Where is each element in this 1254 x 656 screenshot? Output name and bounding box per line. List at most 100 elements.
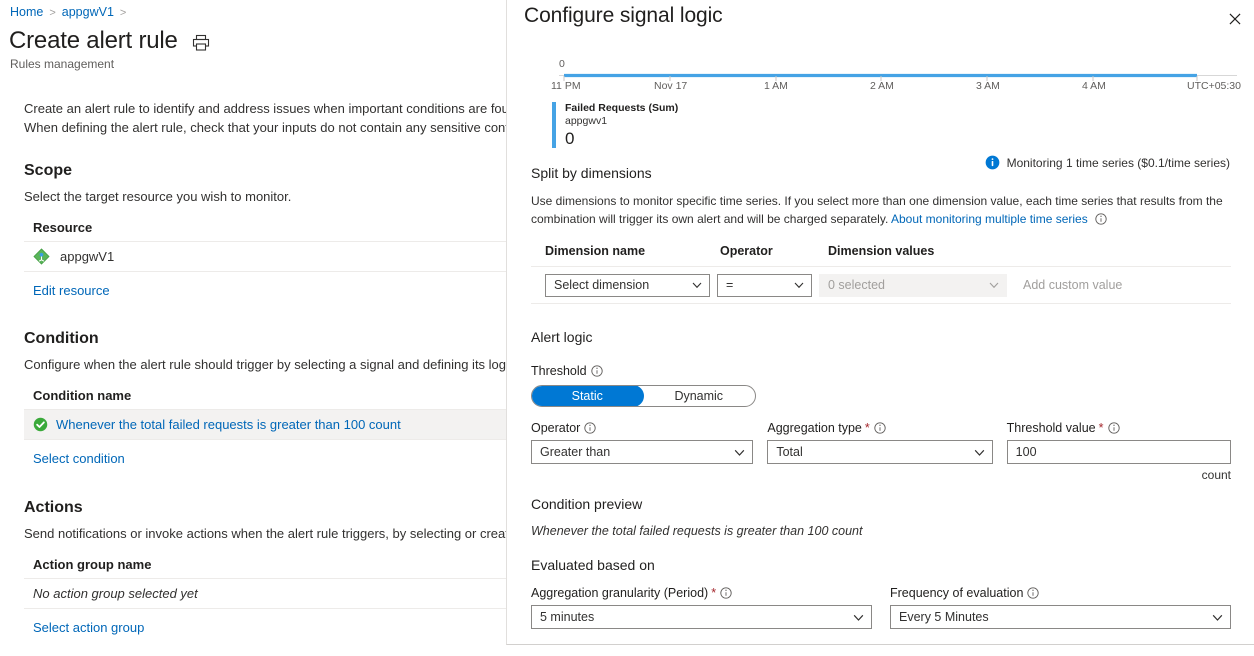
- blade-content: Create an alert rule to identify and add…: [0, 99, 506, 235]
- required-marker: *: [864, 421, 870, 435]
- blade-body: Create an alert rule to identify and add…: [0, 86, 506, 637]
- actions-column-header: Action group name: [33, 557, 152, 572]
- threshold-type-toggle[interactable]: Static Dynamic: [531, 385, 756, 407]
- scope-description: Select the target resource you wish to m…: [24, 189, 292, 204]
- green-check-icon: [33, 417, 48, 432]
- info-icon[interactable]: [1107, 422, 1120, 434]
- intro-line-2: When defining the alert rule, check that…: [24, 120, 506, 135]
- scope-heading: Scope: [24, 162, 73, 179]
- panel-body: Split by dimensions Use dimensions to mo…: [507, 165, 1254, 629]
- page-title: Create alert rule: [9, 27, 178, 54]
- threshold-value-field: Threshold value * 100 count: [1006, 421, 1231, 482]
- condition-preview-heading: Condition preview: [531, 496, 643, 512]
- alert-logic-fields: Operator Greater than Aggregation type *…: [531, 421, 1231, 482]
- chevron-down-icon: [735, 449, 745, 456]
- chevron-down-icon: [1212, 614, 1223, 621]
- chart-x-tick-5: 4 AM: [1082, 80, 1106, 92]
- evaluated-fields: Aggregation granularity (Period) * 5 min…: [531, 586, 1231, 629]
- info-icon[interactable]: [584, 422, 596, 434]
- dimensions-table: Dimension name Operator Dimension values…: [531, 244, 1231, 304]
- threshold-toggle-static[interactable]: Static: [532, 386, 644, 406]
- aggregation-granularity-select[interactable]: 5 minutes: [531, 605, 872, 629]
- action-group-empty-text: No action group selected yet: [33, 586, 198, 601]
- split-desc-line-1: Use dimensions to monitor specific time …: [531, 194, 1223, 208]
- chevron-down-icon: [853, 614, 864, 621]
- threshold-unit-label: count: [1201, 468, 1231, 482]
- dimensions-table-row: Select dimension = 0 selected Add custom…: [531, 266, 1231, 304]
- alert-logic-heading: Alert logic: [531, 329, 593, 345]
- operator-select[interactable]: Greater than: [531, 440, 754, 464]
- about-monitoring-multiple-time-series-link[interactable]: About monitoring multiple time series: [891, 212, 1088, 226]
- chevron-down-icon: [974, 449, 984, 456]
- resource-row[interactable]: appgwV1: [24, 241, 506, 272]
- frequency-of-evaluation-label: Frequency of evaluation: [890, 586, 1231, 600]
- breadcrumb-separator-2: >: [119, 7, 127, 19]
- actions-actions: Select action group: [0, 609, 506, 637]
- threshold-label: Threshold: [531, 364, 1231, 378]
- info-icon[interactable]: [874, 422, 886, 434]
- chevron-down-icon: [794, 282, 804, 289]
- threshold-value-label-text: Threshold value: [1006, 421, 1096, 435]
- aggregation-granularity-label-text: Aggregation granularity (Period): [531, 586, 709, 600]
- select-condition-link[interactable]: Select condition: [33, 451, 125, 466]
- legend-series-resource: appgwv1: [565, 115, 608, 127]
- chart-x-tick-0: 11 PM: [551, 80, 581, 92]
- monitoring-note-text: Monitoring 1 time series ($0.1/time seri…: [1006, 155, 1230, 170]
- edit-resource-link[interactable]: Edit resource: [33, 283, 110, 298]
- chevron-down-icon: [989, 282, 999, 289]
- frequency-of-evaluation-field: Frequency of evaluation Every 5 Minutes: [890, 586, 1231, 629]
- info-icon[interactable]: [590, 365, 603, 377]
- column-dimension-name: Dimension name: [545, 244, 646, 258]
- info-icon[interactable]: [1095, 212, 1107, 225]
- chart-x-tick-4: 3 AM: [976, 80, 1000, 92]
- aggregation-granularity-field: Aggregation granularity (Period) * 5 min…: [531, 586, 872, 629]
- info-icon[interactable]: [1027, 587, 1040, 599]
- operator-select-value: Greater than: [540, 445, 611, 459]
- add-custom-value-input[interactable]: Add custom value: [1023, 278, 1122, 292]
- chart-x-tick-1: Nov 17: [654, 80, 688, 92]
- legend-series-value: 0: [565, 129, 575, 148]
- dimension-operator-select-value: =: [726, 278, 734, 292]
- aggregation-type-label-text: Aggregation type: [767, 421, 862, 435]
- condition-column-header: Condition name: [33, 388, 132, 403]
- threshold-label-text: Threshold: [531, 364, 587, 378]
- dimension-name-select[interactable]: Select dimension: [545, 273, 710, 297]
- chart-x-tick-3: 2 AM: [870, 80, 894, 92]
- dimension-operator-select[interactable]: =: [717, 273, 812, 297]
- frequency-of-evaluation-select-value: Every 5 Minutes: [899, 610, 989, 624]
- application-gateway-icon: [33, 248, 50, 265]
- condition-actions: Select condition: [0, 440, 506, 468]
- page-title-row: Create alert rule: [9, 26, 210, 56]
- threshold-value-input[interactable]: 100: [1006, 440, 1231, 464]
- close-icon[interactable]: [1222, 6, 1248, 32]
- breadcrumb-resource[interactable]: appgwV1: [62, 5, 114, 19]
- monitoring-time-series-note: Monitoring 1 time series ($0.1/time seri…: [985, 155, 1230, 170]
- condition-section: Condition Configure when the alert rule …: [0, 330, 506, 403]
- threshold-value-input-value: 100: [1015, 445, 1037, 459]
- scope-actions: Edit resource: [0, 272, 506, 300]
- info-icon[interactable]: [720, 587, 732, 599]
- metric-chart: 0 11 PM Nov 17 1 AM 2 AM 3 AM 4 AM UTC+0…: [507, 58, 1254, 156]
- condition-description: Configure when the alert rule should tri…: [24, 357, 506, 372]
- chart-legend: Failed Requests (Sum) appgwv1 0: [552, 102, 678, 148]
- condition-row[interactable]: Whenever the total failed requests is gr…: [24, 409, 506, 440]
- resource-name: appgwV1: [60, 249, 115, 264]
- aggregation-type-field: Aggregation type * Total: [767, 421, 993, 482]
- breadcrumb-separator-1: >: [49, 7, 56, 19]
- dimension-values-select-value: 0 selected: [828, 278, 885, 292]
- page-subtitle: Rules management: [10, 57, 115, 71]
- aggregation-granularity-select-value: 5 minutes: [540, 610, 595, 624]
- breadcrumb-home[interactable]: Home: [10, 5, 43, 19]
- select-action-group-link[interactable]: Select action group: [33, 620, 144, 635]
- configure-signal-logic-panel: Configure signal logic 0 11 PM Nov 17 1 …: [506, 0, 1254, 645]
- scope-column-header: Resource: [33, 220, 93, 235]
- print-icon[interactable]: [192, 34, 210, 52]
- threshold-toggle-dynamic[interactable]: Dynamic: [643, 386, 756, 406]
- frequency-of-evaluation-select[interactable]: Every 5 Minutes: [890, 605, 1231, 629]
- dimension-values-select: 0 selected: [819, 273, 1007, 297]
- split-desc-line-2: combination will trigger its own alert a…: [531, 212, 889, 226]
- aggregation-type-select[interactable]: Total: [767, 440, 993, 464]
- create-alert-rule-blade: Home > appgwV1 > Create alert rule Rules ma…: [0, 0, 506, 656]
- app-root: Home > appgwV1 > Create alert rule Rules ma…: [0, 0, 1254, 656]
- chevron-down-icon: [692, 282, 702, 289]
